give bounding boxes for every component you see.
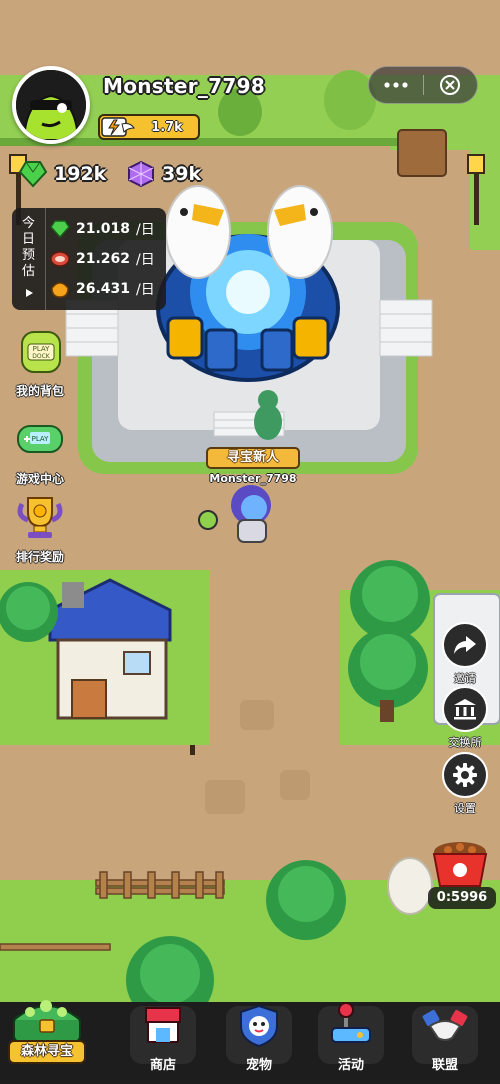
daily-estimate-rows: 21.018 /日 21.262 /日 26.431 /日 (46, 208, 166, 310)
label-char: 日 (21, 232, 35, 247)
nav-events-label: 活动 (337, 1058, 364, 1073)
label-char: 估 (21, 264, 35, 279)
backpack-label: 我的背包 (15, 384, 64, 398)
arcade-joystick-icon (331, 1002, 371, 1043)
handshake-icon (422, 1010, 468, 1041)
game-center-button[interactable]: PLAY 游戏中心 (6, 416, 74, 487)
backpack-button[interactable]: PLAY DOCK 我的背包 (6, 328, 74, 399)
pet-shield-icon (240, 1004, 278, 1048)
daily-row-gem: 21.018 /日 (50, 219, 162, 239)
nav-pets-label: 宠物 (245, 1058, 272, 1073)
player-avatar[interactable] (12, 66, 90, 144)
daily-row-fruit: 26.431 /日 (50, 279, 162, 299)
daily-meat-unit: /日 (136, 252, 155, 268)
daily-fruit-unit: /日 (136, 282, 155, 298)
shop-icon (145, 1007, 181, 1043)
crystal-amount: 39k (162, 163, 202, 185)
more-button[interactable] (369, 67, 423, 103)
crystal-counter[interactable]: 39k (126, 160, 201, 188)
level-badge[interactable]: 1.7k (98, 114, 200, 140)
label-char: 预 (21, 248, 35, 263)
pet-food-bowl-icon[interactable] (430, 838, 490, 890)
level-value: 1.7k (151, 119, 183, 135)
purple-crystal-icon (128, 160, 154, 188)
exchange-circle (442, 686, 488, 732)
close-circle-icon (440, 75, 461, 95)
svg-text:PLAY: PLAY (33, 345, 51, 353)
daily-gem-value: 21.018 (76, 221, 131, 237)
exchange-button[interactable]: 交换所 (442, 686, 488, 750)
player-title-plate: 寻宝新人 (206, 447, 300, 469)
nav-home-label[interactable]: 森林寻宝 (8, 1040, 86, 1064)
settings-button[interactable]: 设置 (442, 752, 488, 816)
gear-icon (453, 763, 477, 787)
ranking-rewards-label: 排行奖励 (15, 550, 64, 564)
invite-label: 邀请 (454, 672, 476, 685)
game-center-label: 游戏中心 (15, 472, 64, 486)
fruit-icon (51, 282, 69, 298)
play-triangle-icon[interactable] (24, 288, 34, 298)
forest-treasure-chest-icon[interactable] (0, 990, 98, 1084)
close-button[interactable] (423, 67, 477, 103)
daily-estimate-label: 今 日 预 估 (12, 208, 46, 310)
daily-row-meat: 21.262 /日 (50, 249, 162, 269)
lightning-wing-icon (101, 117, 135, 137)
bank-icon (454, 699, 476, 720)
character-name: Monster_7798 (209, 472, 297, 485)
settings-circle (442, 752, 488, 798)
monster-avatar-icon (16, 70, 86, 140)
more-dots-icon (384, 82, 408, 88)
daily-meat-value: 21.262 (76, 251, 131, 267)
daily-fruit-value: 26.431 (76, 281, 131, 297)
nav-shop[interactable]: 商店 (124, 1002, 202, 1084)
ranking-rewards-button[interactable]: 排行奖励 (6, 494, 74, 565)
nav-alliance-label: 联盟 (431, 1058, 458, 1073)
daily-gem-unit: /日 (136, 222, 155, 238)
nav-pets[interactable]: 宠物 (220, 1002, 298, 1084)
gem-icon (50, 220, 70, 238)
gem-counter[interactable]: 192k (18, 160, 106, 188)
nav-alliance[interactable]: 联盟 (406, 1002, 484, 1084)
mini-program-capsule (368, 66, 478, 104)
svg-text:DOCK: DOCK (32, 353, 51, 360)
nav-events[interactable]: 活动 (312, 1002, 390, 1084)
trophy-icon (17, 497, 63, 538)
green-gem-icon (18, 161, 48, 188)
invite-button[interactable]: 邀请 (442, 622, 488, 686)
player-name: Monster_7798 (103, 74, 266, 98)
game-controller-icon: PLAY (17, 425, 63, 453)
daily-estimate-panel: 今 日 预 估 21.018 /日 21.262 /日 26.431 /日 (12, 208, 166, 310)
settings-label: 设置 (454, 802, 476, 815)
meat-icon (50, 251, 70, 267)
label-char: 今 (21, 216, 35, 231)
gem-amount: 192k (54, 163, 107, 185)
svg-text:PLAY: PLAY (32, 435, 50, 443)
food-timer: 0:5996 (428, 887, 496, 909)
nav-shop-label: 商店 (149, 1058, 176, 1073)
share-arrow-icon (454, 636, 476, 654)
exchange-label: 交换所 (448, 736, 482, 749)
invite-circle (442, 622, 488, 668)
backpack-icon: PLAY DOCK (21, 331, 61, 373)
